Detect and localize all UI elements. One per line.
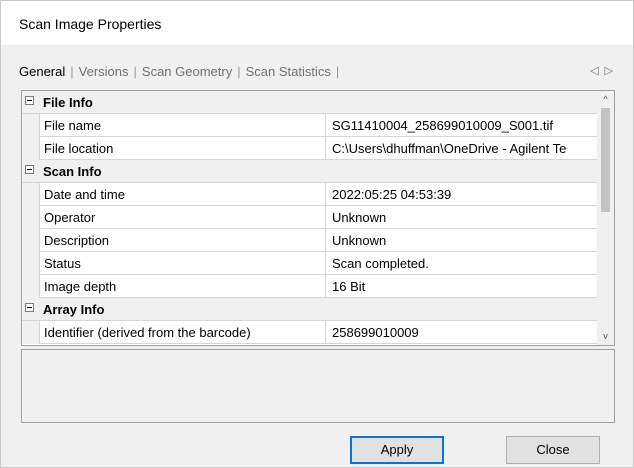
property-name: Image depth [39,275,326,297]
property-row[interactable]: Status Scan completed. [22,252,610,275]
row-gutter [22,321,39,344]
row-gutter [22,137,39,160]
scrollbar-thumb[interactable] [601,108,610,212]
row-gutter [22,183,39,206]
collapse-icon[interactable] [25,303,34,312]
property-name: Identifier (derived from the barcode) [39,321,326,343]
category-label: Scan Info [43,164,102,179]
tab-strip: General | Versions | Scan Geometry | Scan Stat… [19,64,619,84]
property-value[interactable]: Unknown [332,233,612,248]
vertical-scrollbar[interactable]: ^ v [597,91,614,345]
row-gutter [22,206,39,229]
property-value[interactable]: 258699010009 [332,325,612,340]
property-name: Status [39,252,326,274]
property-name: File name [39,114,326,136]
scroll-down-icon[interactable]: v [597,328,614,345]
property-value[interactable]: Unknown [332,210,612,225]
property-name: File location [39,137,326,159]
tab-scroll-buttons: ◁▷ [590,64,619,77]
category-file-info[interactable]: File Info [22,91,610,114]
row-gutter [22,252,39,275]
property-grid[interactable]: File Info File name SG11410004_258699010… [21,90,615,346]
row-gutter [22,114,39,137]
apply-button[interactable]: Apply [350,436,444,464]
property-value[interactable]: SG11410004_258699010009_S001.tif [332,118,612,133]
tab-separator: | [133,64,137,79]
property-name: Date and time [39,183,326,205]
category-scan-info[interactable]: Scan Info [22,160,610,183]
property-value[interactable]: 16 Bit [332,279,612,294]
dialog-title: Scan Image Properties [19,16,162,32]
description-panel [21,349,615,423]
tab-general[interactable]: General [19,64,65,79]
tab-separator: | [237,64,241,79]
property-value[interactable]: Scan completed. [332,256,612,271]
tab-separator: | [335,64,340,79]
tab-scan-geometry[interactable]: Scan Geometry [142,64,232,79]
row-gutter [22,229,39,252]
category-array-info[interactable]: Array Info [22,298,610,321]
tab-versions[interactable]: Versions [79,64,129,79]
property-row[interactable]: Description Unknown [22,229,610,252]
property-name: Operator [39,206,326,228]
scroll-up-icon[interactable]: ^ [597,91,614,108]
tab-scroll-left-icon[interactable]: ◁ [590,65,604,77]
property-value[interactable]: C:\Users\dhuffman\OneDrive - Agilent Te [332,141,612,156]
property-name: Description [39,229,326,251]
tab-scan-statistics[interactable]: Scan Statistics [246,64,331,79]
title-bar: Scan Image Properties [1,1,633,45]
close-button[interactable]: Close [506,436,600,464]
property-row[interactable]: File name SG11410004_258699010009_S001.t… [22,114,610,137]
property-row[interactable]: Identifier (derived from the barcode) 25… [22,321,610,344]
collapse-icon[interactable] [25,96,34,105]
tab-separator: | [70,64,74,79]
property-value[interactable]: 2022:05:25 04:53:39 [332,187,612,202]
property-row[interactable]: Date and time 2022:05:25 04:53:39 [22,183,610,206]
row-gutter [22,275,39,298]
tab-scroll-right-icon[interactable]: ▷ [605,65,619,77]
property-row[interactable]: Operator Unknown [22,206,610,229]
scan-image-properties-dialog: Scan Image Properties General | Versions | S… [0,0,634,468]
category-label: Array Info [43,302,105,317]
category-label: File Info [43,95,93,110]
property-row[interactable]: File location C:\Users\dhuffman\OneDrive… [22,137,610,160]
property-row[interactable]: Image depth 16 Bit [22,275,610,298]
collapse-icon[interactable] [25,165,34,174]
